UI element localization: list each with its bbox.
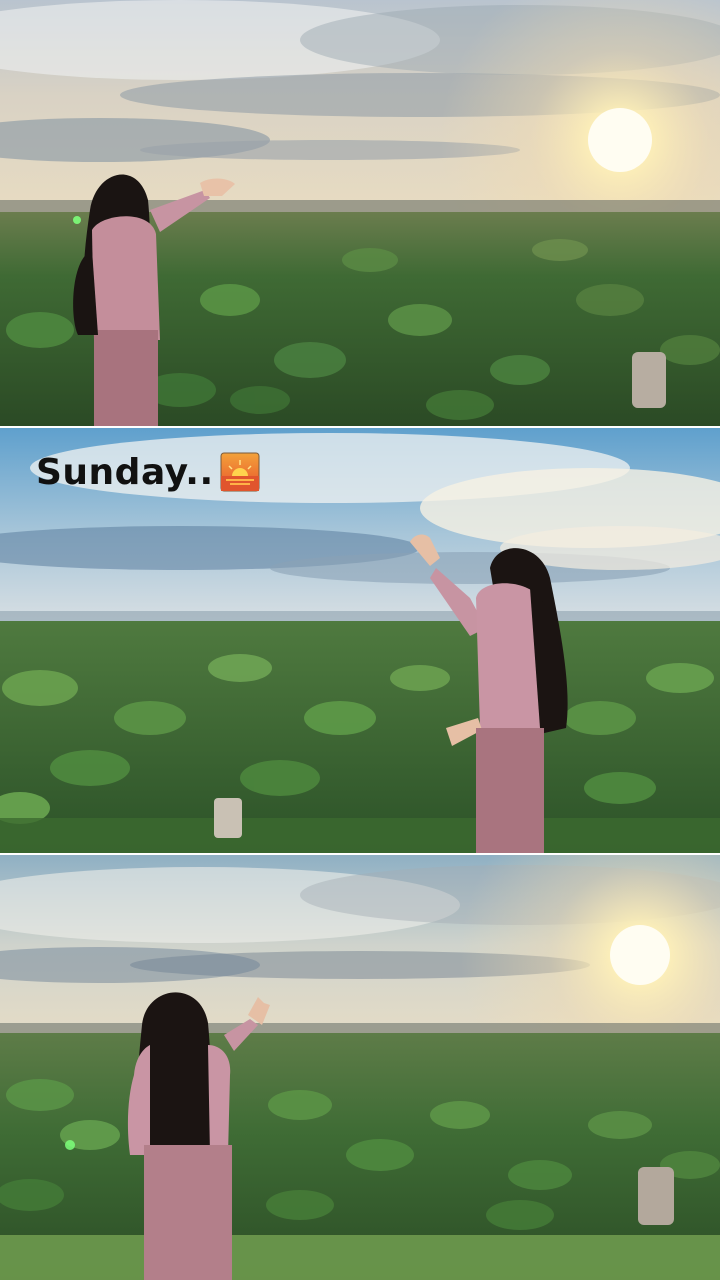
sun [610, 925, 670, 985]
photo-middle: Sunday.. [0, 428, 720, 853]
sunset-emoji-icon [220, 452, 260, 492]
sun [588, 108, 652, 172]
photo-collage: Sunday.. [0, 0, 720, 1280]
stone-post [214, 798, 242, 838]
caption: Sunday.. [36, 447, 260, 497]
photo-top [0, 0, 720, 426]
sunset-field-scene-2 [0, 855, 720, 1280]
stone-post [638, 1167, 674, 1225]
stone-post [632, 352, 666, 408]
photo-bottom [0, 855, 720, 1280]
caption-text: Sunday.. [36, 451, 214, 493]
sunset-field-scene [0, 0, 720, 426]
